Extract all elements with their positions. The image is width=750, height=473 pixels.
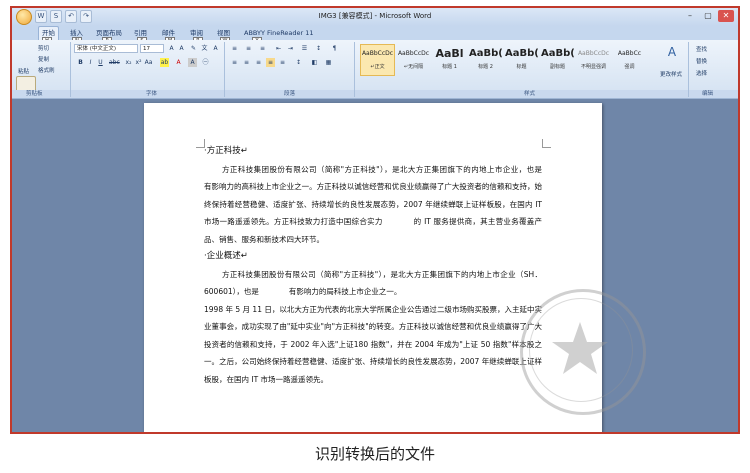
style-name: 标题 xyxy=(516,64,527,70)
document-text[interactable]: ·方正科技↵ 方正科技集团股份有限公司（简称"方正科技"），是北大方正集团旗下的… xyxy=(204,143,572,388)
group-divider xyxy=(70,42,71,97)
word-window-screenshot: W S ↶ ↷ IMG3 [兼容模式] - Microsoft Word – ▢… xyxy=(10,6,740,434)
decrease-indent-icon[interactable]: ⇤ xyxy=(274,44,283,53)
chinese-layout-icon[interactable]: ☰ xyxy=(300,44,309,53)
find-button[interactable]: 查找 xyxy=(696,45,707,53)
shading-icon[interactable]: ◧ xyxy=(310,58,319,67)
group-divider xyxy=(688,42,689,97)
borders-icon[interactable]: ▦ xyxy=(324,58,333,67)
show-marks-icon[interactable]: ¶ xyxy=(330,44,339,53)
style-sample: AaBbCc xyxy=(617,50,642,57)
multilevel-icon[interactable]: ≡ xyxy=(258,44,267,53)
enclose-char-icon[interactable]: ㊀ xyxy=(201,58,210,67)
align-left-icon[interactable]: ≡ xyxy=(230,58,239,67)
ribbon: 粘贴 剪切 复制 格式刷 宋体 (中文正文) 17 A A ✎ 文 A B I … xyxy=(12,40,738,104)
change-styles-button[interactable]: 更改样式 xyxy=(660,70,682,78)
style-title[interactable]: AaBb( 标题 xyxy=(504,44,539,76)
style-sample: AaBbCcDc xyxy=(397,50,430,57)
group-divider xyxy=(224,42,225,97)
style-name: 强调 xyxy=(624,64,635,70)
italic-icon[interactable]: I xyxy=(86,58,95,67)
font-size-select[interactable]: 17 xyxy=(140,44,164,53)
font-name-select[interactable]: 宋体 (中文正文) xyxy=(74,44,138,53)
style-normal[interactable]: AaBbCcDc ↵正文 xyxy=(360,44,395,76)
grow-font-icon[interactable]: A xyxy=(167,44,176,53)
bold-icon[interactable]: B xyxy=(76,58,85,67)
style-no-spacing[interactable]: AaBbCcDc ↵无间隔 xyxy=(396,44,431,76)
sort-icon[interactable]: ↕ xyxy=(314,44,323,53)
figure-caption: 识别转换后的文件 xyxy=(314,445,435,463)
style-heading-2[interactable]: AaBb( 标题 2 xyxy=(468,44,503,76)
group-divider xyxy=(354,42,355,97)
change-case-icon[interactable]: Aa xyxy=(144,58,153,67)
numbering-icon[interactable]: ≡ xyxy=(244,44,253,53)
style-name: 不明显强调 xyxy=(580,64,606,70)
style-name: ↵无间隔 xyxy=(403,64,424,70)
copy-button[interactable]: 复制 xyxy=(38,55,49,63)
heading-overview: ·企业概述↵ xyxy=(204,251,248,261)
superscript-icon[interactable]: x² xyxy=(134,58,143,67)
clear-format-icon[interactable]: ✎ xyxy=(189,44,198,53)
style-sample: AaBbCcDc xyxy=(361,50,394,57)
shrink-font-icon[interactable]: A xyxy=(177,44,186,53)
document-area[interactable]: ·方正科技↵ 方正科技集团股份有限公司（简称"方正科技"），是北大方正集团旗下的… xyxy=(12,99,738,432)
style-sample: AaBb( xyxy=(505,48,539,59)
window-title: IMG3 [兼容模式] - Microsoft Word xyxy=(318,12,432,20)
underline-icon[interactable]: U xyxy=(96,58,105,67)
align-right-icon[interactable]: ≡ xyxy=(254,58,263,67)
watermark-stamp xyxy=(520,289,646,415)
phonetic-icon[interactable]: 文 xyxy=(200,44,209,53)
change-styles-icon[interactable]: A xyxy=(664,46,680,58)
style-sample: AaBl xyxy=(435,47,464,60)
font-color-icon[interactable]: A xyxy=(174,58,183,67)
cut-button[interactable]: 剪切 xyxy=(38,44,49,52)
title-bar: W S ↶ ↷ IMG3 [兼容模式] - Microsoft Word – ▢… xyxy=(12,8,738,26)
strikethrough-icon[interactable]: abc xyxy=(109,58,120,67)
format-painter-button[interactable]: 格式刷 xyxy=(38,66,55,74)
align-center-icon[interactable]: ≡ xyxy=(242,58,251,67)
style-name: 标题 1 xyxy=(442,64,457,70)
distributed-icon[interactable]: ≡ xyxy=(278,58,287,67)
style-name: 副标题 xyxy=(549,64,565,70)
group-label-clipboard: 剪贴板 xyxy=(26,91,43,97)
group-label-styles: 样式 xyxy=(524,91,536,97)
star-icon xyxy=(552,322,608,374)
line-spacing-icon[interactable]: ↕ xyxy=(294,58,303,67)
bullets-icon[interactable]: ≡ xyxy=(230,44,239,53)
margin-corner-mark xyxy=(542,139,551,148)
select-button[interactable]: 选择 xyxy=(696,69,707,77)
paste-label: 粘贴 xyxy=(18,69,30,75)
heading-text: 企业概述 xyxy=(206,251,241,261)
justify-icon[interactable]: ≡ xyxy=(266,58,275,67)
group-label-editing: 编辑 xyxy=(702,91,714,97)
group-label-paragraph: 段落 xyxy=(284,91,296,97)
ribbon-tabs: 开始 插入 页面布局 引用 邮件 审阅 视图 ABBYY FineReader … xyxy=(12,26,738,46)
maximize-icon[interactable]: ▢ xyxy=(700,10,716,22)
style-sample: AaBb( xyxy=(469,48,503,59)
char-border-icon[interactable]: A xyxy=(211,44,220,53)
group-label-font: 字体 xyxy=(146,91,158,97)
style-sample: AaBb( xyxy=(541,48,575,59)
style-name: 标题 2 xyxy=(478,64,493,70)
style-heading-1[interactable]: AaBl 标题 1 xyxy=(432,44,467,76)
style-subtle-emphasis[interactable]: AaBbCcDc 不明显强调 xyxy=(576,44,611,76)
paragraph: 方正科技集团股份有限公司（简称"方正科技"），是北大方正集团旗下的内地上市企业，… xyxy=(204,164,572,244)
style-subtitle[interactable]: AaBb( 副标题 xyxy=(540,44,575,76)
heading-fangzheng: ·方正科技↵ xyxy=(204,146,248,156)
paragraph: 方正科技集团股份有限公司（简称"方正科技"），是北大方正集团旗下的内地上市企业（… xyxy=(204,269,542,297)
increase-indent-icon[interactable]: ⇥ xyxy=(286,44,295,53)
style-emphasis[interactable]: AaBbCc 强调 xyxy=(612,44,647,76)
replace-button[interactable]: 替换 xyxy=(696,57,707,65)
char-shading-icon[interactable]: A xyxy=(188,58,197,67)
paragraph: 1998 年 5 月 11 日，以北大方正为代表的北京大学所属企业公告通过二级市… xyxy=(204,304,542,384)
minimize-icon[interactable]: – xyxy=(682,10,698,22)
heading-text: 方正科技 xyxy=(206,146,241,156)
style-name: ↵正文 xyxy=(370,64,385,70)
style-sample: AaBbCcDc xyxy=(577,50,610,57)
highlight-icon[interactable]: ab xyxy=(160,58,169,67)
close-icon[interactable]: ✕ xyxy=(718,10,734,22)
ribbon-group-labels: 剪贴板 字体 段落 样式 编辑 xyxy=(12,90,738,99)
subscript-icon[interactable]: x₂ xyxy=(124,58,133,67)
